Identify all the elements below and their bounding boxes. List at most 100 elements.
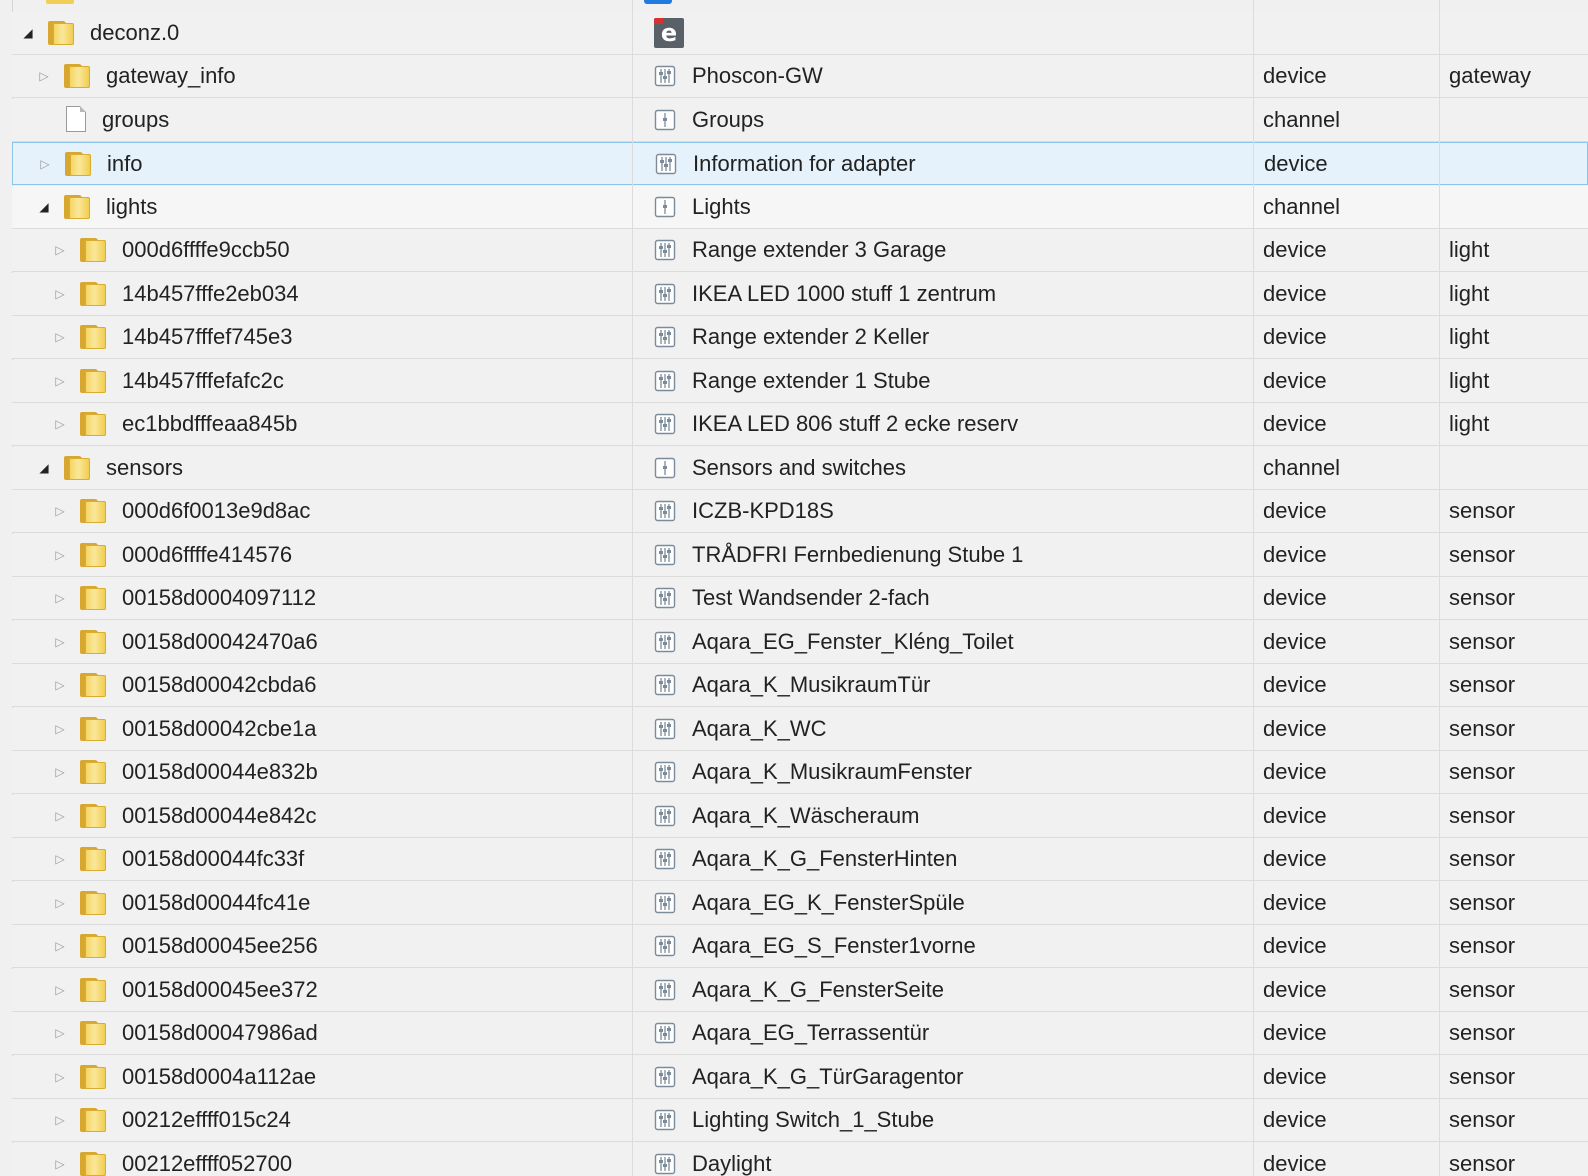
collapse-toggle-icon[interactable]: ◢ [36,199,52,215]
folder-icon [80,716,108,742]
tree-row[interactable]: ▷ 14b457fffef745e3 Range extender 2 Keller… [12,316,1588,359]
expand-toggle-icon[interactable]: ▷ [52,982,68,998]
expand-toggle-icon[interactable]: ▷ [52,764,68,780]
object-type: sensor [1449,1063,1516,1089]
column-divider[interactable] [632,0,633,1176]
tree-row[interactable]: ▷ 00158d00044e842c Aqara_K_Wäscheraum devic… [12,794,1588,838]
expand-toggle-icon[interactable]: ▷ [52,895,68,911]
object-type: sensor [1449,976,1516,1002]
object-id: 00158d00044e832b [122,759,318,784]
id-cell: ▷ ec1bbdfffeaa845b [12,403,297,445]
name-cell: Aqara_EG_K_FensterSpüle [644,882,965,924]
expand-toggle-icon[interactable]: ▷ [52,373,68,389]
device-icon [654,283,676,305]
tree-row[interactable]: ▷ 14b457fffefafc2c Range extender 1 Stube d… [12,359,1588,403]
folder-open-icon [48,20,76,46]
object-role: device [1263,237,1327,262]
tree-row[interactable]: ▷ 000d6ffffe414576 TRÅDFRI Fernbedienung S… [12,533,1588,577]
object-role: device [1263,1150,1327,1176]
object-id: 00158d00045ee372 [122,976,318,1002]
expand-toggle-icon[interactable]: ▷ [52,938,68,954]
device-icon [654,979,676,1001]
device-icon [654,370,676,392]
expand-toggle-icon[interactable]: ▷ [52,808,68,824]
expand-toggle-icon[interactable]: ▷ [52,1156,68,1172]
object-id: 00158d00044fc33f [122,846,305,871]
tree-row[interactable]: ▷ 00158d00045ee372 Aqara_K_G_FensterSeite d… [12,968,1588,1012]
type-cell: sensor [1449,708,1515,750]
tree-row[interactable]: ▷ 00158d00045ee256 Aqara_EG_S_Fenster1vorn… [12,925,1588,968]
expand-toggle-icon[interactable]: ▷ [52,634,68,650]
collapse-toggle-icon[interactable]: ◢ [36,460,52,476]
tree-row[interactable]: ▷ 00212effff052700 Daylight device sensor [12,1142,1588,1176]
expand-toggle-icon[interactable]: ▷ [36,68,52,84]
role-cell: device [1263,273,1327,315]
name-cell: Aqara_K_G_FensterSeite [644,969,944,1011]
tree-row[interactable]: ▷ 00158d00042cbda6 Aqara_K_MusikraumTür dev… [12,664,1588,707]
column-divider[interactable] [1439,0,1440,1176]
object-name: Aqara_K_G_FensterSeite [692,976,944,1002]
object-name: Aqara_K_MusikraumTür [692,672,931,697]
role-cell: device [1264,143,1328,185]
expand-toggle-icon[interactable]: ▷ [52,677,68,693]
tree-row[interactable]: ▷ gateway_info Phoscon-GW device gateway [12,55,1588,98]
name-cell: Aqara_K_Wäscheraum [644,795,919,837]
tree-row[interactable]: ◢ lights Lights channel [12,185,1588,229]
expand-toggle-icon[interactable]: ▷ [52,590,68,606]
expand-toggle-icon[interactable]: ▷ [52,851,68,867]
tree-row[interactable]: ▷ 00158d0004097112 Test Wandsender 2-fach d… [12,577,1588,620]
object-id: 00158d0004097112 [122,585,317,610]
tree-row[interactable]: ◢ sensors Sensors and switches channel [12,446,1588,490]
tree-row[interactable]: ▷ ec1bbdfffeaa845b IKEA LED 806 stuff 2 ec… [12,403,1588,446]
collapse-toggle-icon[interactable]: ◢ [20,25,36,41]
tree-row[interactable]: ▷ 000d6f0013e9d8ac ICZB-KPD18S device sensor [12,490,1588,533]
object-type: sensor [1449,585,1516,610]
tree-row[interactable]: ▷ 00158d00042470a6 Aqara_EG_Fenster_Kléng_… [12,620,1588,664]
expand-toggle-icon[interactable]: ▷ [52,503,68,519]
object-role: device [1264,151,1328,176]
expand-toggle-icon[interactable]: ▷ [52,329,68,345]
name-cell: Daylight [644,1143,771,1176]
tree-row[interactable]: ▷ 00158d0004a112ae Aqara_K_G_TürGaragentor… [12,1055,1588,1099]
tree-row[interactable]: ▷ 00158d00044e832b Aqara_K_MusikraumFenste… [12,751,1588,794]
folder-icon [80,281,108,307]
object-role: device [1263,628,1327,654]
adapter-icon [644,0,672,4]
device-icon [654,1022,676,1044]
tree-row[interactable]: groups Groups channel [12,98,1588,142]
expand-toggle-icon[interactable]: ▷ [52,416,68,432]
device-icon [654,674,676,696]
name-cell: Groups [644,99,764,141]
tree-row-root[interactable]: ◢ deconz.0 e [12,12,1588,55]
type-cell: light [1449,229,1489,271]
type-cell: sensor [1449,1099,1515,1141]
name-cell: Aqara_EG_Fenster_Kléng_Toilet [644,621,1014,663]
expand-toggle-icon[interactable]: ▷ [37,156,53,172]
object-role: device [1263,324,1327,349]
folder-icon [46,0,74,4]
tree-row[interactable]: ▷ 00158d00047986ad Aqara_EG_Terrassentür de… [12,1012,1588,1055]
expand-toggle-icon[interactable]: ▷ [52,1025,68,1041]
expand-toggle-icon[interactable]: ▷ [52,547,68,563]
type-cell: sensor [1449,490,1515,532]
id-cell: ▷ 00158d00044fc33f [12,838,304,880]
folder-icon [80,977,108,1003]
object-id: 14b457fffefafc2c [122,367,284,393]
expand-toggle-icon[interactable]: ▷ [52,286,68,302]
expand-toggle-icon[interactable]: ▷ [52,1069,68,1085]
file-icon [64,105,88,134]
tree-row[interactable]: ▷ 000d6ffffe9ccb50 Range extender 3 Garage… [12,229,1588,272]
tree-row[interactable]: ▷ info Information for adapter device [12,142,1588,185]
type-cell: light [1449,360,1489,402]
tree-row[interactable]: ▷ 00158d00042cbe1a Aqara_K_WC device sensor [12,707,1588,751]
tree-row[interactable]: ▷ 00158d00044fc41e Aqara_EG_K_FensterSpüle… [12,881,1588,925]
expand-toggle-icon[interactable]: ▷ [52,1112,68,1128]
expand-toggle-icon[interactable]: ▷ [52,721,68,737]
object-role: device [1263,889,1327,915]
role-cell: device [1263,1143,1327,1176]
tree-row[interactable]: ▷ 14b457fffe2eb034 IKEA LED 1000 stuff 1 z… [12,272,1588,316]
expand-toggle-icon[interactable]: ▷ [52,242,68,258]
column-divider[interactable] [1253,0,1254,1176]
tree-row[interactable]: ▷ 00158d00044fc33f Aqara_K_G_FensterHinten… [12,838,1588,881]
tree-row[interactable]: ▷ 00212effff015c24 Lighting Switch_1_Stube… [12,1099,1588,1142]
